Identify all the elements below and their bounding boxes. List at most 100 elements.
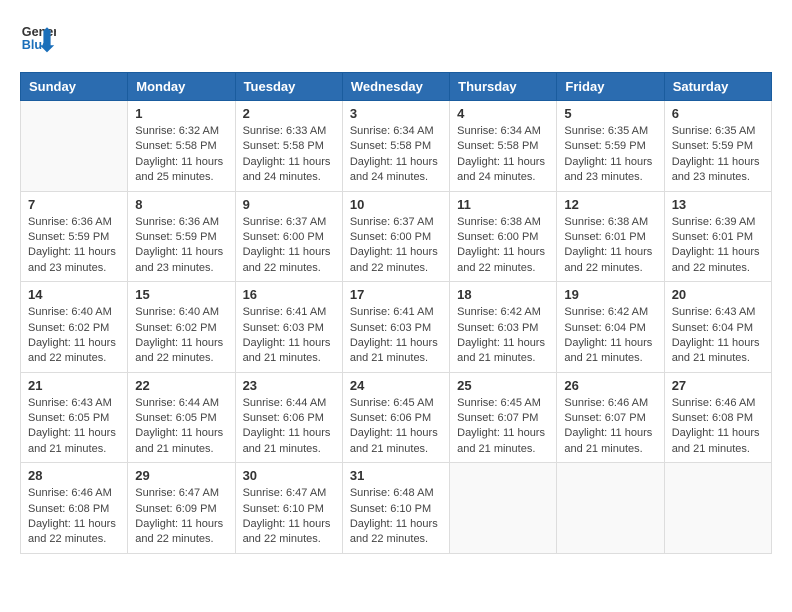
day-info: Sunrise: 6:35 AMSunset: 5:59 PMDaylight:… <box>672 124 764 186</box>
day-number: 27 <box>672 378 764 393</box>
day-number: 12 <box>564 197 656 212</box>
day-info: Sunrise: 6:35 AMSunset: 5:59 PMDaylight:… <box>564 124 656 186</box>
calendar-cell: 8 Sunrise: 6:36 AMSunset: 5:59 PMDaylight… <box>128 191 235 282</box>
day-number: 9 <box>243 197 335 212</box>
calendar-cell: 2 Sunrise: 6:33 AMSunset: 5:58 PMDaylight… <box>235 101 342 192</box>
calendar-header-row: SundayMondayTuesdayWednesdayThursdayFrid… <box>21 73 772 101</box>
day-number: 2 <box>243 106 335 121</box>
day-info: Sunrise: 6:38 AMSunset: 6:00 PMDaylight:… <box>457 215 549 277</box>
calendar-week-row: 28 Sunrise: 6:46 AMSunset: 6:08 PMDayligh… <box>21 463 772 554</box>
calendar-week-row: 21 Sunrise: 6:43 AMSunset: 6:05 PMDayligh… <box>21 372 772 463</box>
day-info: Sunrise: 6:37 AMSunset: 6:00 PMDaylight:… <box>243 215 335 277</box>
day-number: 18 <box>457 287 549 302</box>
day-info: Sunrise: 6:34 AMSunset: 5:58 PMDaylight:… <box>350 124 442 186</box>
logo-icon: General Blue <box>20 20 56 56</box>
calendar-week-row: 14 Sunrise: 6:40 AMSunset: 6:02 PMDayligh… <box>21 282 772 373</box>
day-info: Sunrise: 6:46 AMSunset: 6:08 PMDaylight:… <box>28 486 120 548</box>
calendar-cell: 21 Sunrise: 6:43 AMSunset: 6:05 PMDayligh… <box>21 372 128 463</box>
day-number: 30 <box>243 468 335 483</box>
day-info: Sunrise: 6:42 AMSunset: 6:04 PMDaylight:… <box>564 305 656 367</box>
day-number: 8 <box>135 197 227 212</box>
day-info: Sunrise: 6:38 AMSunset: 6:01 PMDaylight:… <box>564 215 656 277</box>
calendar-cell: 31Sunrise: 6:48 AMSunset: 6:10 PMDayligh… <box>342 463 449 554</box>
day-info: Sunrise: 6:47 AMSunset: 6:10 PMDaylight:… <box>243 486 335 548</box>
day-number: 21 <box>28 378 120 393</box>
calendar-cell: 20 Sunrise: 6:43 AMSunset: 6:04 PMDayligh… <box>664 282 771 373</box>
day-number: 4 <box>457 106 549 121</box>
day-info: Sunrise: 6:40 AMSunset: 6:02 PMDaylight:… <box>28 305 120 367</box>
calendar-cell: 11 Sunrise: 6:38 AMSunset: 6:00 PMDayligh… <box>450 191 557 282</box>
calendar-cell: 3 Sunrise: 6:34 AMSunset: 5:58 PMDaylight… <box>342 101 449 192</box>
day-info: Sunrise: 6:45 AMSunset: 6:06 PMDaylight:… <box>350 396 442 458</box>
calendar-cell: 13 Sunrise: 6:39 AMSunset: 6:01 PMDayligh… <box>664 191 771 282</box>
calendar-cell: 14 Sunrise: 6:40 AMSunset: 6:02 PMDayligh… <box>21 282 128 373</box>
calendar-cell <box>664 463 771 554</box>
calendar-cell: 1 Sunrise: 6:32 AMSunset: 5:58 PMDaylight… <box>128 101 235 192</box>
day-number: 25 <box>457 378 549 393</box>
calendar-cell <box>21 101 128 192</box>
column-header-sunday: Sunday <box>21 73 128 101</box>
day-number: 3 <box>350 106 442 121</box>
day-number: 10 <box>350 197 442 212</box>
calendar-cell: 26Sunrise: 6:46 AMSunset: 6:07 PMDayligh… <box>557 372 664 463</box>
day-number: 7 <box>28 197 120 212</box>
calendar-cell: 28 Sunrise: 6:46 AMSunset: 6:08 PMDayligh… <box>21 463 128 554</box>
calendar-cell: 23Sunrise: 6:44 AMSunset: 6:06 PMDayligh… <box>235 372 342 463</box>
day-info: Sunrise: 6:43 AMSunset: 6:04 PMDaylight:… <box>672 305 764 367</box>
day-info: Sunrise: 6:36 AMSunset: 5:59 PMDaylight:… <box>28 215 120 277</box>
calendar-cell <box>450 463 557 554</box>
header: General Blue <box>20 20 772 56</box>
calendar-cell: 10 Sunrise: 6:37 AMSunset: 6:00 PMDayligh… <box>342 191 449 282</box>
calendar-cell: 6 Sunrise: 6:35 AMSunset: 5:59 PMDaylight… <box>664 101 771 192</box>
column-header-tuesday: Tuesday <box>235 73 342 101</box>
day-info: Sunrise: 6:47 AMSunset: 6:09 PMDaylight:… <box>135 486 227 548</box>
day-number: 17 <box>350 287 442 302</box>
day-number: 29 <box>135 468 227 483</box>
calendar-cell: 24 Sunrise: 6:45 AMSunset: 6:06 PMDayligh… <box>342 372 449 463</box>
day-number: 1 <box>135 106 227 121</box>
calendar-cell: 18 Sunrise: 6:42 AMSunset: 6:03 PMDayligh… <box>450 282 557 373</box>
calendar-cell: 22Sunrise: 6:44 AMSunset: 6:05 PMDayligh… <box>128 372 235 463</box>
calendar-cell: 30 Sunrise: 6:47 AMSunset: 6:10 PMDayligh… <box>235 463 342 554</box>
day-info: Sunrise: 6:42 AMSunset: 6:03 PMDaylight:… <box>457 305 549 367</box>
day-info: Sunrise: 6:37 AMSunset: 6:00 PMDaylight:… <box>350 215 442 277</box>
column-header-thursday: Thursday <box>450 73 557 101</box>
day-number: 6 <box>672 106 764 121</box>
calendar-cell: 12 Sunrise: 6:38 AMSunset: 6:01 PMDayligh… <box>557 191 664 282</box>
day-info: Sunrise: 6:43 AMSunset: 6:05 PMDaylight:… <box>28 396 120 458</box>
day-info: Sunrise: 6:34 AMSunset: 5:58 PMDaylight:… <box>457 124 549 186</box>
calendar-cell: 27Sunrise: 6:46 AMSunset: 6:08 PMDayligh… <box>664 372 771 463</box>
day-info: Sunrise: 6:48 AMSunset: 6:10 PMDaylight:… <box>350 486 442 548</box>
day-number: 22 <box>135 378 227 393</box>
calendar-body: 1 Sunrise: 6:32 AMSunset: 5:58 PMDaylight… <box>21 101 772 554</box>
calendar-cell: 9 Sunrise: 6:37 AMSunset: 6:00 PMDaylight… <box>235 191 342 282</box>
day-info: Sunrise: 6:41 AMSunset: 6:03 PMDaylight:… <box>243 305 335 367</box>
day-number: 20 <box>672 287 764 302</box>
day-info: Sunrise: 6:44 AMSunset: 6:06 PMDaylight:… <box>243 396 335 458</box>
day-number: 15 <box>135 287 227 302</box>
logo: General Blue <box>20 20 56 56</box>
day-number: 11 <box>457 197 549 212</box>
calendar-cell <box>557 463 664 554</box>
day-number: 24 <box>350 378 442 393</box>
calendar-cell: 16 Sunrise: 6:41 AMSunset: 6:03 PMDayligh… <box>235 282 342 373</box>
calendar-cell: 17Sunrise: 6:41 AMSunset: 6:03 PMDayligh… <box>342 282 449 373</box>
day-info: Sunrise: 6:33 AMSunset: 5:58 PMDaylight:… <box>243 124 335 186</box>
day-number: 19 <box>564 287 656 302</box>
day-info: Sunrise: 6:32 AMSunset: 5:58 PMDaylight:… <box>135 124 227 186</box>
calendar-cell: 7 Sunrise: 6:36 AMSunset: 5:59 PMDaylight… <box>21 191 128 282</box>
day-info: Sunrise: 6:40 AMSunset: 6:02 PMDaylight:… <box>135 305 227 367</box>
day-number: 14 <box>28 287 120 302</box>
day-number: 13 <box>672 197 764 212</box>
day-number: 28 <box>28 468 120 483</box>
calendar-cell: 5Sunrise: 6:35 AMSunset: 5:59 PMDaylight… <box>557 101 664 192</box>
day-number: 16 <box>243 287 335 302</box>
calendar-cell: 25Sunrise: 6:45 AMSunset: 6:07 PMDayligh… <box>450 372 557 463</box>
column-header-wednesday: Wednesday <box>342 73 449 101</box>
calendar-cell: 29 Sunrise: 6:47 AMSunset: 6:09 PMDayligh… <box>128 463 235 554</box>
day-info: Sunrise: 6:39 AMSunset: 6:01 PMDaylight:… <box>672 215 764 277</box>
calendar-cell: 19 Sunrise: 6:42 AMSunset: 6:04 PMDayligh… <box>557 282 664 373</box>
calendar-cell: 15 Sunrise: 6:40 AMSunset: 6:02 PMDayligh… <box>128 282 235 373</box>
day-info: Sunrise: 6:36 AMSunset: 5:59 PMDaylight:… <box>135 215 227 277</box>
day-info: Sunrise: 6:46 AMSunset: 6:07 PMDaylight:… <box>564 396 656 458</box>
